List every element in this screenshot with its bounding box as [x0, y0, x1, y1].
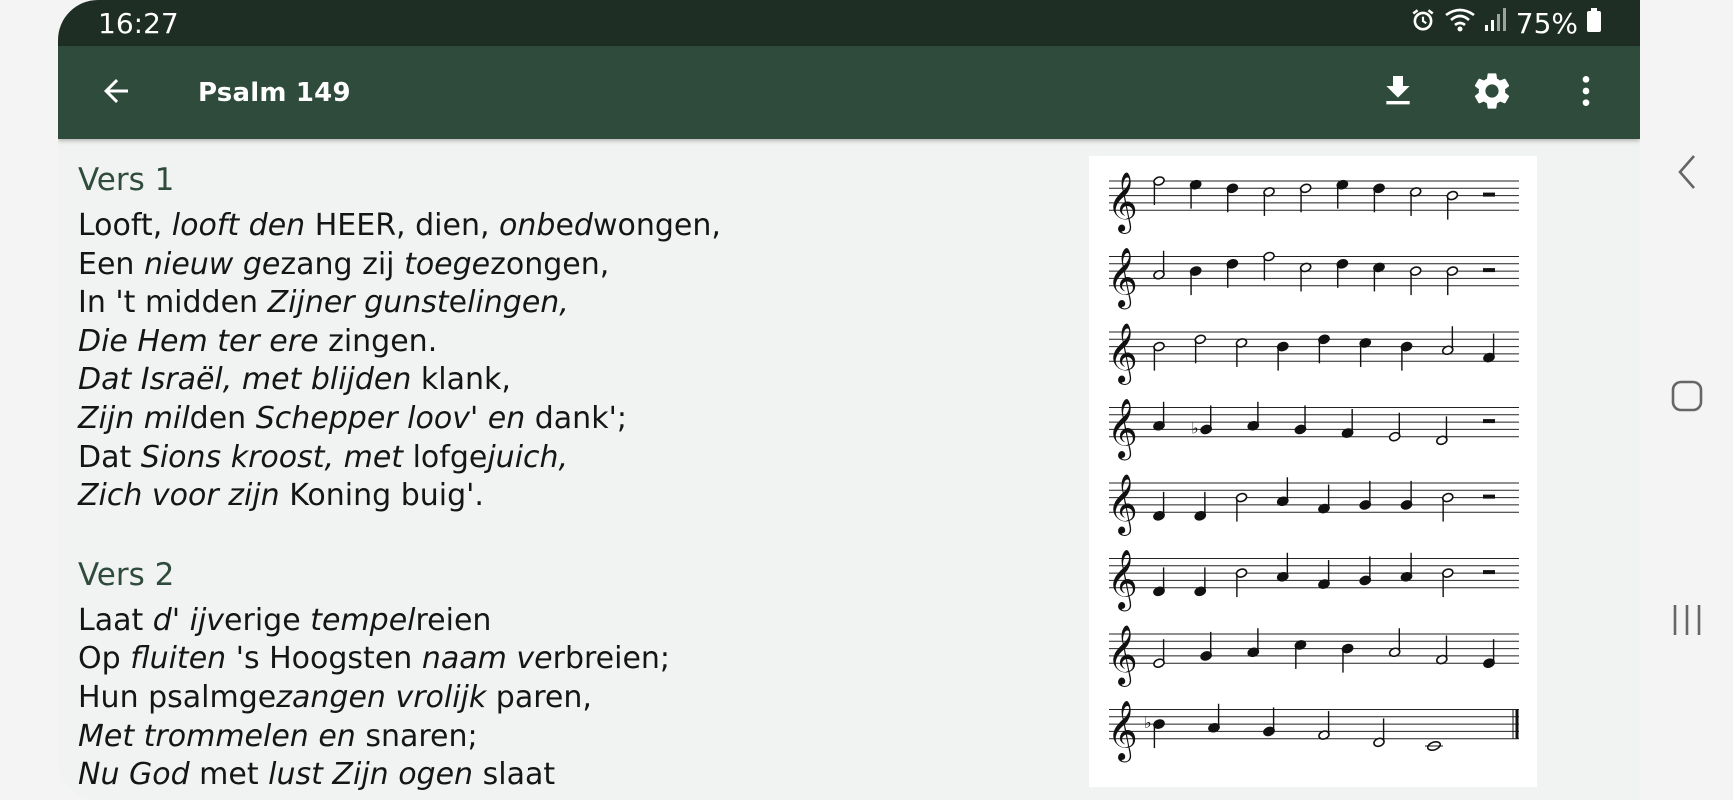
settings-button[interactable] — [1460, 61, 1524, 125]
flat-sign: ♭ — [1191, 418, 1199, 437]
back-button[interactable] — [86, 63, 146, 123]
system-nav-bar — [1640, 0, 1733, 800]
verse-line: Dat Israël, met blijden klank, — [78, 362, 511, 398]
status-time: 16:27 — [98, 6, 179, 40]
treble-clef: 𝄞 — [1107, 701, 1138, 763]
verse-line: Hun psalmgezangen vrolijk paren, — [78, 679, 592, 715]
sheet-music-svg: 𝄞 𝄞 𝄞 𝄞 ♭ 𝄞 𝄞 𝄞 𝄞 ♭ — [1107, 172, 1519, 763]
nav-recents-icon — [1669, 602, 1705, 642]
verse-block: Vers 2 Laat d' ijverige tempelreien Op flu… — [78, 556, 1078, 795]
status-bar: 16:27 75% — [58, 0, 1640, 46]
rest-mark — [1483, 419, 1495, 424]
status-icons: 75% — [1410, 7, 1602, 40]
verse-line: Zijn milden Schepper loov' en dank'; — [78, 400, 627, 436]
nav-home-icon — [1669, 378, 1705, 418]
verse-line: Nu God met lust Zijn ogen slaat — [78, 757, 556, 793]
treble-clef: 𝄞 — [1107, 550, 1138, 612]
verse-line: In 't midden Zijner gunstelingen, — [78, 285, 569, 321]
nav-recents-button[interactable] — [1640, 582, 1733, 662]
treble-clef: 𝄞 — [1107, 625, 1138, 687]
wifi-icon — [1444, 7, 1476, 40]
more-vert-icon — [1566, 71, 1606, 115]
rest-mark — [1483, 268, 1495, 273]
nav-back-icon — [1672, 152, 1702, 196]
verse-line: Dat Sions kroost, met lofgejuich, — [78, 439, 569, 475]
verse-line: Zich voor zijn Koning buig'. — [78, 478, 484, 514]
verse-line: Een nieuw gezang zij toegezongen, — [78, 246, 610, 282]
content-area: Vers 1 Looft, looft den HEER, dien, onbed… — [58, 139, 1640, 800]
flat-sign: ♭ — [1144, 713, 1152, 732]
nav-home-button[interactable] — [1640, 358, 1733, 438]
more-options-button[interactable] — [1554, 61, 1618, 125]
arrow-left-icon — [98, 73, 134, 113]
treble-clef: 𝄞 — [1107, 248, 1138, 310]
treble-clef: 𝄞 — [1107, 323, 1138, 385]
verse-line: Met trommelen en snaren; — [78, 718, 478, 754]
treble-clef: 𝄞 — [1107, 399, 1138, 461]
rest-mark — [1483, 192, 1495, 197]
gear-icon — [1470, 69, 1514, 117]
verse-line: Laat d' ijverige tempelreien — [78, 602, 492, 638]
app-toolbar: Psalm 149 — [58, 46, 1640, 139]
toolbar-actions — [1366, 61, 1618, 125]
nav-back-button[interactable] — [1640, 134, 1733, 214]
download-icon — [1378, 71, 1418, 115]
verse-title: Vers 1 — [78, 162, 175, 198]
sheet-music: 𝄞 𝄞 𝄞 𝄞 ♭ 𝄞 𝄞 𝄞 𝄞 ♭ — [1089, 156, 1537, 787]
download-button[interactable] — [1366, 61, 1430, 125]
verse-title: Vers 2 — [78, 556, 175, 593]
page-title: Psalm 149 — [198, 77, 351, 108]
treble-clef: 𝄞 — [1107, 474, 1138, 536]
lyrics-panel: Vers 1 Looft, looft den HEER, dien, onbed… — [78, 161, 1078, 795]
app-window: 16:27 75% Psalm 149 Vers 1 Looft, looft … — [58, 0, 1640, 800]
rest-mark — [1483, 494, 1495, 499]
treble-clef: 𝄞 — [1107, 172, 1138, 234]
verse-line: Die Hem ter ere zingen. — [78, 323, 438, 359]
verse-line: Looft, looft den HEER, dien, onbedwongen… — [78, 208, 721, 243]
rest-mark — [1483, 570, 1495, 575]
alarm-icon — [1410, 7, 1436, 40]
battery-icon — [1586, 7, 1602, 40]
battery-level: 75% — [1515, 6, 1578, 40]
signal-icon — [1484, 7, 1508, 40]
verse-block: Vers 1 Looft, looft den HEER, dien, onbed… — [78, 161, 1078, 516]
verse-line: Op fluiten 's Hoogsten naam verbreien; — [78, 641, 671, 677]
